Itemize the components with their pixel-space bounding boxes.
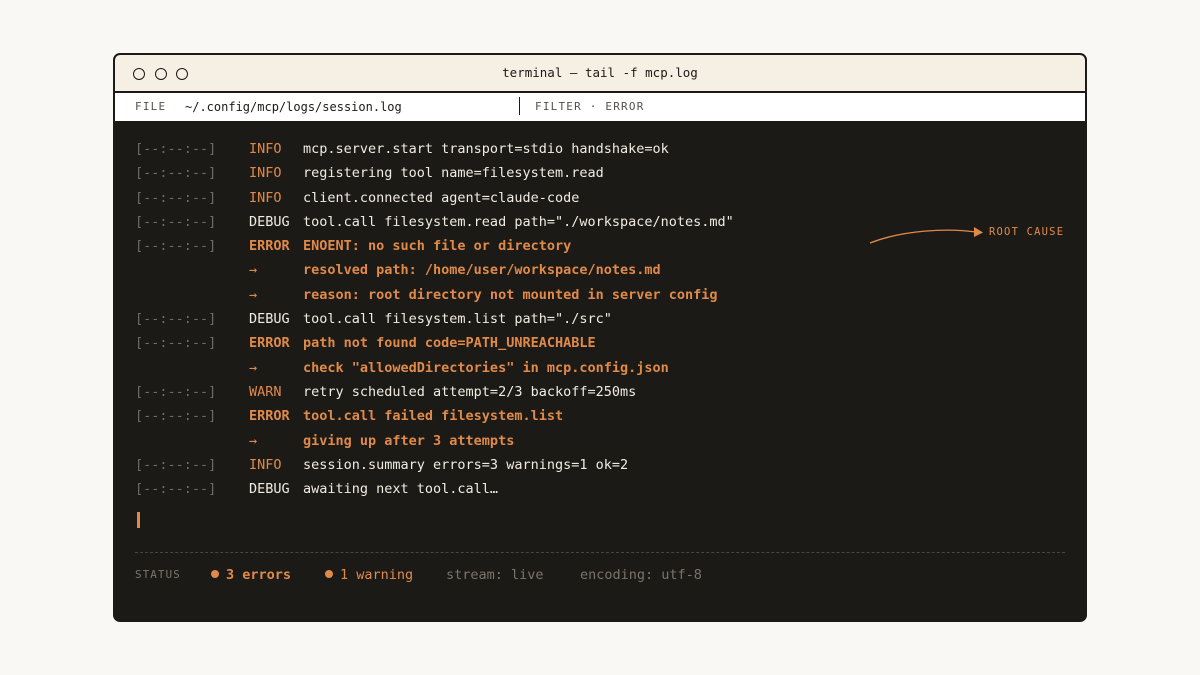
log-line: [--:--:--] INFO session.summary errors=3 w… (135, 453, 1065, 477)
encoding-status: encoding: utf-8 (580, 567, 702, 583)
log-line: → resolved path: /home/user/workspace/not… (135, 258, 1065, 282)
continuation-arrow-icon: → (249, 262, 258, 279)
log-level: INFO (249, 141, 282, 157)
log-message: retry scheduled attempt=2/3 backoff=250m… (303, 383, 637, 400)
log-timestamp: [--:--:--] (135, 141, 217, 157)
log-message: awaiting next tool.call… (303, 481, 499, 498)
window-title: terminal — tail -f mcp.log (502, 65, 698, 80)
title-bar: terminal — tail -f mcp.log (115, 55, 1085, 93)
log-message: giving up after 3 attempts (303, 432, 515, 449)
log-timestamp: [--:--:--] (135, 189, 217, 206)
log-line: → giving up after 3 attempts (135, 429, 1065, 453)
log-timestamp: [--:--:--] (135, 456, 217, 473)
log-line: [--:--:--] ERROR tool.call failed filesyst… (135, 404, 1065, 428)
log-timestamp: [--:--:--] (135, 311, 217, 328)
error-count-text: 3 errors (226, 567, 292, 583)
filter-label[interactable]: FILTER · ERROR (535, 93, 645, 121)
warning-count[interactable]: 1 warning (325, 563, 413, 587)
log-line: [--:--:--] ERROR path not found code=PATH_… (135, 331, 1065, 355)
log-message: ENOENT: no such file or directory (303, 238, 572, 255)
continuation-arrow-icon: → (249, 286, 258, 303)
log-timestamp: [--:--:--] (135, 213, 217, 230)
log-timestamp: [--:--:--] (135, 335, 217, 352)
continuation-arrow-icon: → (249, 432, 258, 449)
log-line: [--:--:--] DEBUG awaiting next tool.call… (135, 477, 1065, 501)
log-line: [--:--:--] INFO registering tool name=file… (135, 161, 1065, 185)
log-level: ERROR (249, 408, 290, 425)
file-label: FILE (135, 100, 167, 113)
log-message: path not found code=PATH_UNREACHABLE (303, 335, 596, 352)
log-timestamp: [--:--:--] (135, 481, 217, 498)
log-level: DEBUG (249, 311, 290, 328)
log-message: session.summary errors=3 warnings=1 ok=2 (303, 456, 629, 473)
log-timestamp: [--:--:--] (135, 238, 217, 255)
log-line: → check "allowedDirectories" in mcp.confi… (135, 356, 1065, 380)
stream-status: stream: live (446, 567, 544, 583)
warning-dot-icon (325, 570, 333, 578)
log-message: client.connected agent=claude-code (303, 189, 580, 206)
log-level: INFO (249, 456, 282, 473)
log-line: [--:--:--] DEBUG tool.call filesystem.list… (135, 307, 1065, 331)
log-level: ERROR (249, 335, 290, 352)
log-message: reason: root directory not mounted in se… (303, 286, 718, 303)
log-timestamp: [--:--:--] (135, 383, 217, 400)
status-bar: STATUS 3 errors 1 warning stream: live e… (135, 563, 1065, 587)
log-line: [--:--:--] INFO mcp.server.start transport… (135, 137, 1065, 161)
status-divider (135, 552, 1065, 553)
log-timestamp: [--:--:--] (135, 165, 217, 182)
log-message: resolved path: /home/user/workspace/note… (303, 262, 661, 279)
root-cause-annotation: ROOT CAUSE (868, 222, 1068, 248)
curved-arrow-icon (869, 227, 983, 244)
log-timestamp: [--:--:--] (135, 408, 217, 425)
log-level: INFO (249, 189, 282, 206)
log-message: tool.call filesystem.read path="./worksp… (303, 213, 734, 230)
log-output: [--:--:--] INFO mcp.server.start transport… (135, 137, 1065, 501)
status-label: STATUS (135, 568, 181, 581)
error-dot-icon (211, 570, 219, 578)
log-line: → reason: root directory not mounted in s… (135, 283, 1065, 307)
warning-count-text: 1 warning (340, 567, 414, 583)
annotation-text: ROOT CAUSE (989, 226, 1065, 238)
log-level: INFO (249, 165, 282, 182)
log-level: DEBUG (249, 481, 290, 498)
log-message: tool.call filesystem.list path="./src" (303, 311, 612, 328)
log-message: tool.call failed filesystem.list (303, 408, 564, 425)
log-line: [--:--:--] WARN retry scheduled attempt=2/… (135, 380, 1065, 404)
error-count[interactable]: 3 errors (211, 563, 291, 587)
path-bar-divider (519, 97, 520, 115)
path-bar: FILE ~/.config/mcp/logs/session.log FILT… (115, 93, 1085, 123)
log-level: WARN (249, 383, 282, 400)
terminal-window: terminal — tail -f mcp.log FILE ~/.confi… (113, 53, 1087, 622)
log-message: mcp.server.start transport=stdio handsha… (303, 141, 669, 157)
log-message: check "allowedDirectories" in mcp.config… (303, 359, 669, 376)
log-level: DEBUG (249, 213, 290, 230)
file-path[interactable]: ~/.config/mcp/logs/session.log (185, 93, 402, 121)
continuation-arrow-icon: → (249, 359, 258, 376)
log-message: registering tool name=filesystem.read (303, 165, 604, 182)
terminal-cursor (137, 512, 140, 528)
log-level: ERROR (249, 238, 290, 255)
log-line: [--:--:--] INFO client.connected agent=cla… (135, 186, 1065, 210)
